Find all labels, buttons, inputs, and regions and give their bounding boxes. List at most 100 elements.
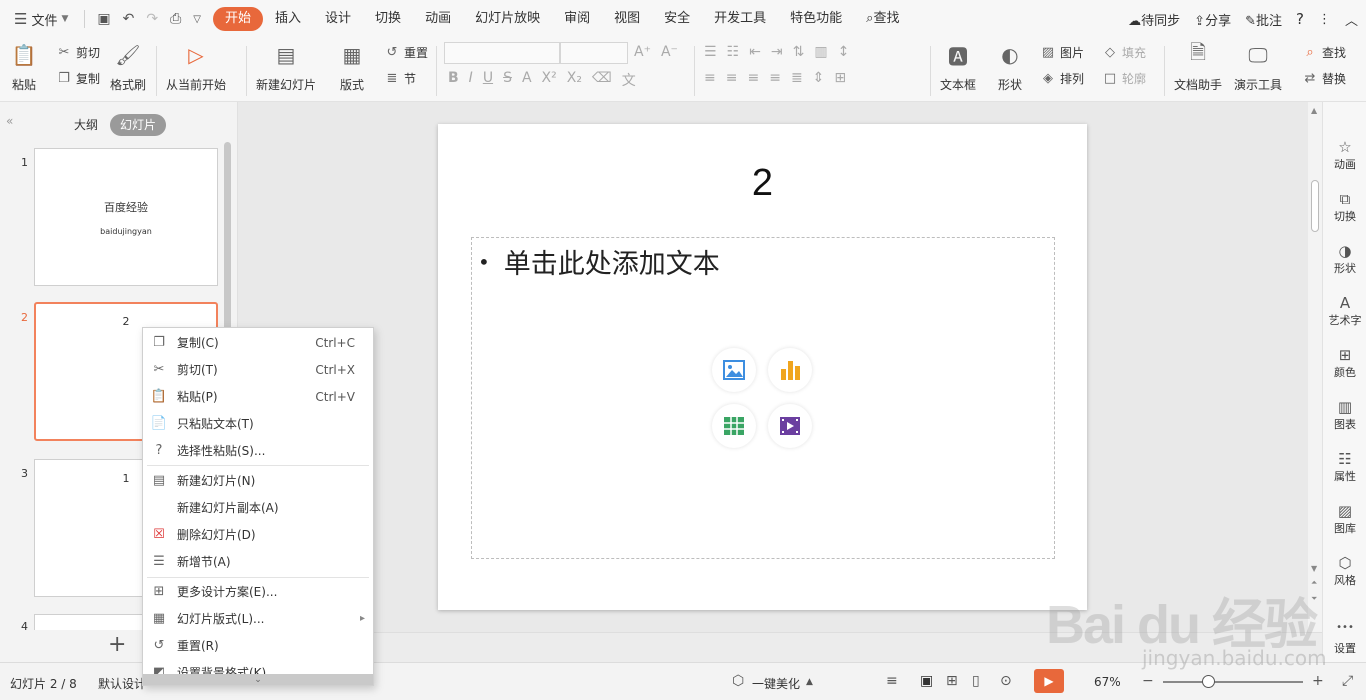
tab-design[interactable]: 设计 bbox=[313, 7, 363, 31]
tab-review[interactable]: 审阅 bbox=[552, 7, 602, 31]
sorter-view-icon[interactable]: ⊞ bbox=[946, 673, 958, 689]
scroll-up-icon[interactable]: ▲ bbox=[1311, 106, 1317, 115]
menu-item-paste-text-only[interactable]: 📄 只粘贴文本(T) bbox=[143, 410, 373, 437]
sidebar-item-chart[interactable]: ▥ 图表 bbox=[1323, 398, 1366, 432]
font-shrink-icon[interactable]: A⁻ bbox=[661, 44, 678, 60]
superscript-icon[interactable]: X² bbox=[542, 70, 557, 90]
columns-icon[interactable]: ▥ bbox=[814, 44, 827, 60]
font-grow-icon[interactable]: A⁺ bbox=[634, 44, 651, 60]
align-right-icon[interactable]: ≡ bbox=[747, 70, 759, 86]
new-slide-button[interactable]: ▤ 新建幻灯片 bbox=[256, 42, 316, 93]
add-slide-icon[interactable]: + bbox=[108, 632, 126, 657]
find-button[interactable]: ⌕ 查找 bbox=[1302, 44, 1346, 61]
content-placeholder[interactable]: • 单击此处添加文本 bbox=[471, 237, 1055, 559]
zoom-level[interactable]: 67% bbox=[1094, 675, 1121, 689]
menu-item-add-section[interactable]: ☰ 新增节(A) bbox=[143, 548, 373, 575]
save-icon[interactable]: ▣ bbox=[97, 11, 110, 27]
sync-button[interactable]: ☁待同步 bbox=[1128, 10, 1180, 29]
layout-button[interactable]: ▦ 版式 bbox=[338, 42, 366, 93]
tab-transitions[interactable]: 切换 bbox=[363, 7, 413, 31]
menu-item-more-designs[interactable]: ⊞ 更多设计方案(E)... bbox=[143, 578, 373, 605]
tab-home[interactable]: 开始 bbox=[213, 7, 264, 31]
zoom-slider-handle[interactable] bbox=[1202, 675, 1215, 688]
fill-button[interactable]: ◇ 填充 bbox=[1102, 44, 1146, 61]
current-slide[interactable]: 2 • 单击此处添加文本 bbox=[438, 124, 1087, 610]
menu-item-delete-slide[interactable]: ☒ 删除幻灯片(D) bbox=[143, 521, 373, 548]
slide-title[interactable]: 2 bbox=[438, 162, 1087, 205]
sidebar-item-color[interactable]: ⊞ 颜色 bbox=[1323, 346, 1366, 380]
para-spacing-icon[interactable]: ⇕ bbox=[813, 70, 825, 86]
collapse-panel-icon[interactable]: « bbox=[6, 114, 13, 128]
distribute-icon[interactable]: ≣ bbox=[791, 70, 803, 86]
beautify-button[interactable]: 一键美化 bbox=[752, 675, 800, 692]
share-button[interactable]: ⇪分享 bbox=[1194, 10, 1231, 29]
menu-item-copy[interactable]: ❐ 复制(C) Ctrl+C bbox=[143, 329, 373, 356]
sidebar-item-properties[interactable]: ☷ 属性 bbox=[1323, 450, 1366, 484]
play-slideshow-button[interactable]: ▶ bbox=[1034, 669, 1064, 693]
shape-button[interactable]: ◐ 形状 bbox=[996, 42, 1024, 93]
tab-outline[interactable]: 大纲 bbox=[64, 114, 108, 136]
tab-slideshow[interactable]: 幻灯片放映 bbox=[463, 7, 552, 31]
zoom-in-icon[interactable]: + bbox=[1312, 673, 1324, 689]
italic-icon[interactable]: I bbox=[469, 70, 473, 90]
theme-name[interactable]: 默认设计 bbox=[98, 675, 146, 692]
font-size-combo[interactable] bbox=[560, 42, 628, 64]
collapse-ribbon-icon[interactable]: ︿ bbox=[1345, 10, 1358, 29]
line-spacing-icon[interactable]: ↕ bbox=[838, 44, 850, 60]
reset-button[interactable]: ↺ 重置 bbox=[384, 44, 428, 61]
tab-slides[interactable]: 幻灯片 bbox=[110, 114, 167, 136]
outline-button[interactable]: □ 轮廓 bbox=[1102, 70, 1146, 87]
sidebar-item-wordart[interactable]: A 艺术字 bbox=[1323, 294, 1366, 328]
menu-item-reset[interactable]: ↺ 重置(R) bbox=[143, 632, 373, 659]
text-align-icon[interactable]: ⊞ bbox=[834, 70, 846, 86]
outdent-icon[interactable]: ⇤ bbox=[749, 44, 761, 60]
menu-item-new-slide[interactable]: ▤ 新建幻灯片(N) bbox=[143, 467, 373, 494]
subscript-icon[interactable]: X₂ bbox=[567, 70, 582, 90]
bullets-icon[interactable]: ☰ bbox=[704, 44, 717, 60]
tab-features[interactable]: 特色功能 bbox=[778, 7, 854, 31]
menu-item-slide-layout[interactable]: ▦ 幻灯片版式(L)... ▸ bbox=[143, 605, 373, 632]
section-button[interactable]: ≣ 节 bbox=[384, 70, 416, 87]
comment-button[interactable]: ✎批注 bbox=[1245, 10, 1282, 29]
sidebar-item-style[interactable]: ⬡ 风格 bbox=[1323, 554, 1366, 588]
cut-button[interactable]: ✂ 剪切 bbox=[56, 44, 100, 61]
doc-helper-button[interactable]: 🗎 文档助手 bbox=[1174, 40, 1222, 93]
replace-button[interactable]: ⇄ 替换 bbox=[1302, 70, 1346, 87]
format-painter-button[interactable]: 🖌 格式刷 bbox=[110, 42, 146, 93]
menu-item-cut[interactable]: ✂ 剪切(T) Ctrl+X bbox=[143, 356, 373, 383]
redo-icon[interactable]: ↷ bbox=[146, 11, 158, 27]
help-icon[interactable]: ? bbox=[1296, 10, 1304, 28]
presenter-view-icon[interactable]: ⊙ bbox=[1000, 673, 1012, 689]
insert-video-button[interactable] bbox=[768, 404, 812, 448]
customize-icon[interactable]: ▽ bbox=[193, 14, 201, 25]
insert-chart-button[interactable] bbox=[768, 348, 812, 392]
from-current-button[interactable]: ▷ 从当前开始 bbox=[166, 42, 226, 93]
textbox-button[interactable]: 🅰 文本框 bbox=[940, 42, 976, 93]
text-direction-icon[interactable]: ⇅ bbox=[793, 44, 805, 60]
sidebar-item-shape[interactable]: ◑ 形状 bbox=[1323, 242, 1366, 276]
scroll-thumb[interactable] bbox=[1311, 180, 1319, 232]
canvas-vertical-scrollbar[interactable]: ▲ ▼ ⏶ ⏷ bbox=[1308, 102, 1322, 612]
insert-picture-button[interactable] bbox=[712, 348, 756, 392]
justify-icon[interactable]: ≡ bbox=[769, 70, 781, 86]
arrange-button[interactable]: ◈ 排列 bbox=[1040, 70, 1084, 87]
indent-icon[interactable]: ⇥ bbox=[771, 44, 783, 60]
clear-format-icon[interactable]: ⌫ bbox=[592, 70, 612, 90]
sidebar-item-gallery[interactable]: ▨ 图库 bbox=[1323, 502, 1366, 536]
more-icon[interactable]: ⋮ bbox=[1318, 12, 1331, 27]
strikethrough-icon[interactable]: S bbox=[503, 70, 512, 90]
underline-icon[interactable]: U bbox=[483, 70, 493, 90]
numbering-icon[interactable]: ☷ bbox=[727, 44, 740, 60]
scroll-down-icon[interactable]: ▼ bbox=[1311, 564, 1317, 573]
tab-security[interactable]: 安全 bbox=[652, 7, 702, 31]
reading-view-icon[interactable]: ▯ bbox=[972, 673, 980, 689]
picture-button[interactable]: ▨ 图片 bbox=[1040, 44, 1084, 61]
tab-search[interactable]: ⌕查找 bbox=[854, 7, 911, 31]
sidebar-item-settings[interactable]: ••• 设置 bbox=[1323, 622, 1366, 656]
body-placeholder-text[interactable]: • 单击此处添加文本 bbox=[478, 242, 720, 281]
pinyin-icon[interactable]: 文 bbox=[622, 70, 636, 90]
menu-item-duplicate-slide[interactable]: 新建幻灯片副本(A) bbox=[143, 494, 373, 521]
undo-icon[interactable]: ↶ bbox=[123, 11, 135, 27]
menu-item-paste[interactable]: 📋 粘贴(P) Ctrl+V bbox=[143, 383, 373, 410]
file-menu[interactable]: ☰ 文件 ▼ bbox=[0, 0, 78, 38]
